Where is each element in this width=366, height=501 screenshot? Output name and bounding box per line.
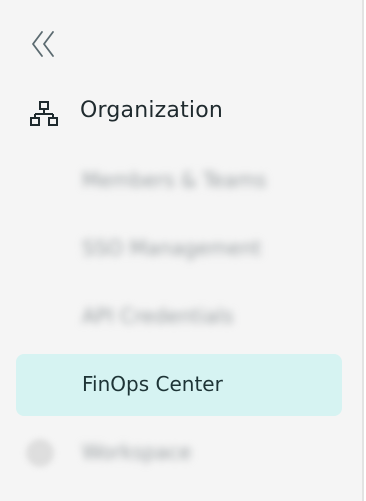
double-chevron-left-icon [32, 31, 54, 57]
nav-item-label: FinOps Center [82, 372, 223, 396]
section-label: Organization [80, 98, 224, 123]
nav-item-members-teams[interactable]: Members & Teams [16, 150, 342, 212]
workspace-icon [26, 439, 54, 467]
section-label: Workspace [82, 440, 192, 464]
section-organization[interactable]: Organization [0, 92, 360, 136]
collapse-sidebar-button[interactable] [28, 28, 60, 60]
nav-item-api-credentials[interactable]: API Credentials [16, 286, 342, 348]
nav-item-label: Members & Teams [82, 168, 267, 192]
nav-item-sso-management[interactable]: SSO Management [16, 218, 342, 280]
section-workspace[interactable]: Workspace [16, 422, 342, 484]
sidebar: Organization Members & Teams SSO Managem… [0, 0, 364, 501]
nav-item-label: SSO Management [82, 236, 262, 260]
nav-item-finops-center[interactable]: FinOps Center [16, 354, 342, 416]
nav-item-label: API Credentials [82, 304, 234, 328]
org-chart-icon [30, 101, 58, 126]
